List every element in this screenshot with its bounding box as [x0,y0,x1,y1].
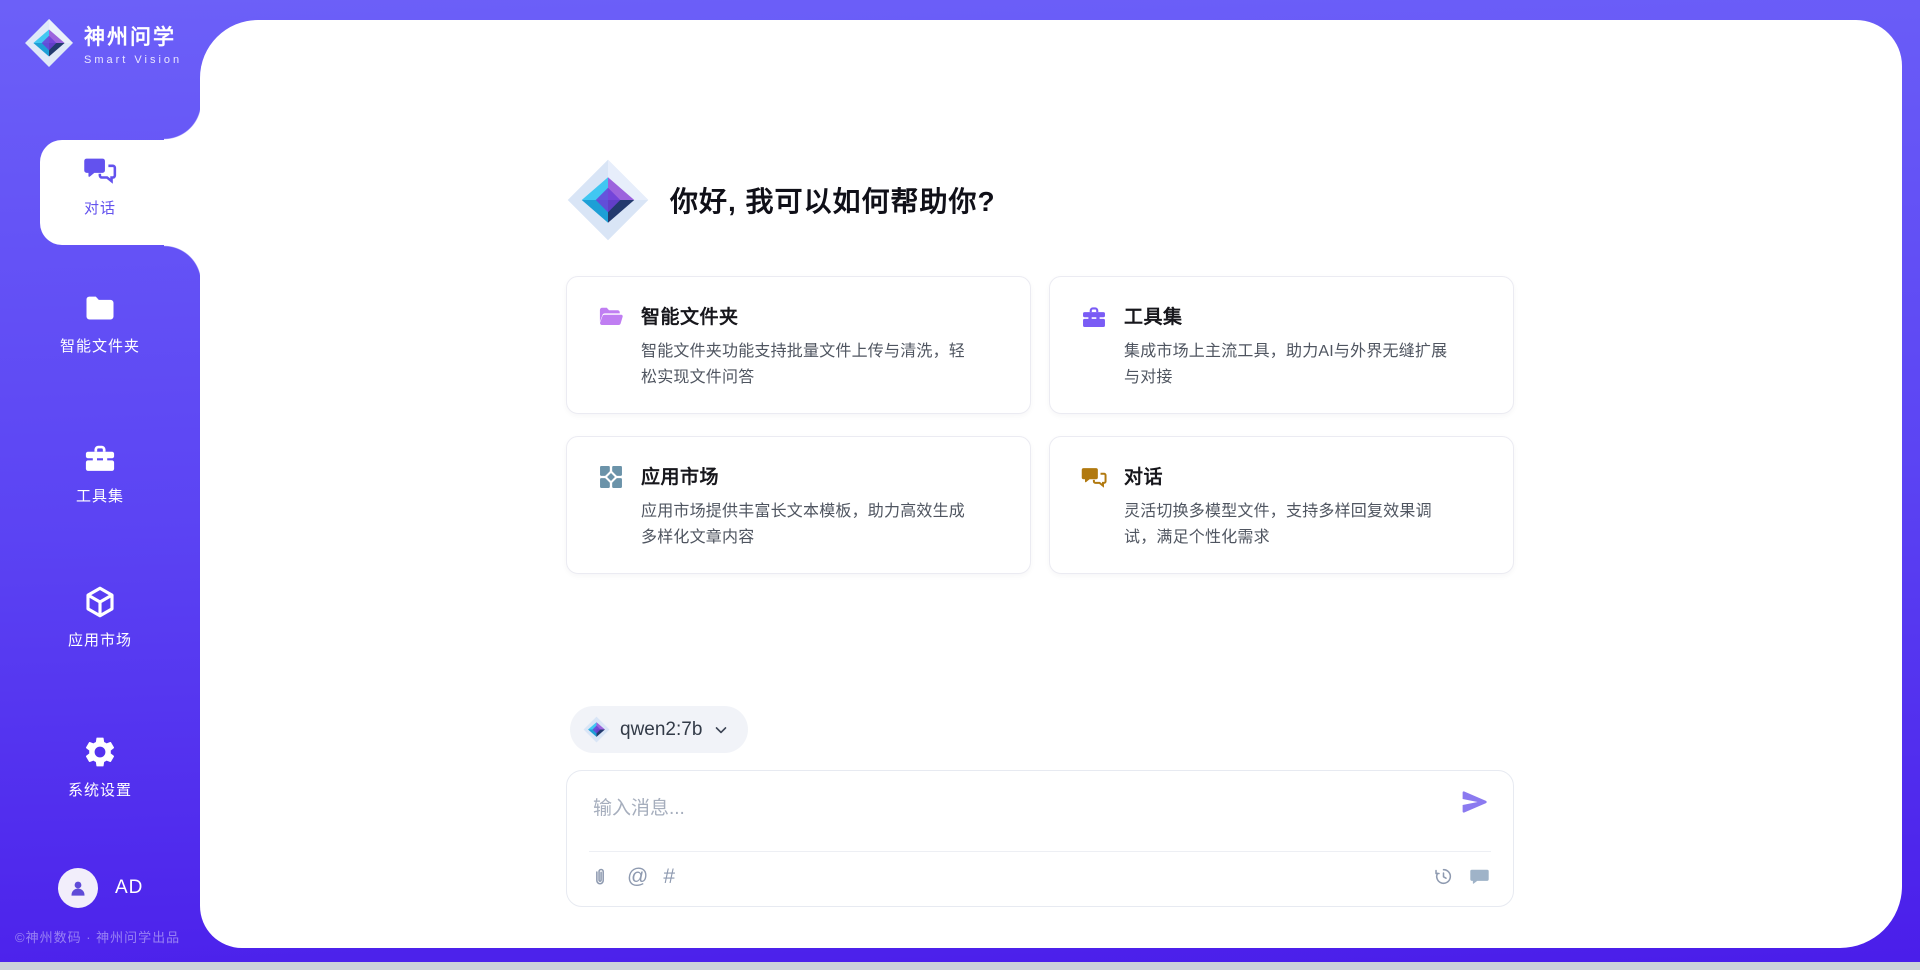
composer-right-toolbar [1432,865,1491,888]
chevron-down-icon [712,721,730,739]
message-input[interactable] [591,791,1415,843]
toolbox-icon [1080,302,1108,391]
bottom-scrollbar-strip[interactable] [0,962,1920,970]
copyright-text: ©神州数码 · 神州问学出品 [15,927,180,946]
message-composer: @ # [566,770,1514,907]
send-button[interactable] [1459,787,1491,819]
card-title: 应用市场 [641,462,971,489]
grid-icon [597,462,625,551]
paperclip-icon[interactable] [589,866,612,889]
avatar [58,868,98,908]
brand-logo: 神州问学 Smart Vision [24,18,182,68]
folder-open-icon [597,302,625,391]
folder-icon [82,290,118,326]
sidebar-item-chat[interactable]: 对话 [0,152,200,218]
user-initials: AD [115,877,143,899]
sidebar-item-toolset[interactable]: 工具集 [0,440,200,506]
composer-toolbar: @ # [589,865,675,889]
card-title: 工具集 [1124,302,1454,329]
composer-divider [589,851,1491,852]
person-icon [66,876,90,900]
model-selector[interactable]: qwen2:7b [570,706,748,753]
sidebar-item-smart-folder[interactable]: 智能文件夹 [0,290,200,356]
feature-cards: 智能文件夹 智能文件夹功能支持批量文件上传与清洗，轻松实现文件问答 工具集 [566,276,1514,574]
sidebar-item-settings[interactable]: 系统设置 [0,734,200,800]
brand-subtitle: Smart Vision [84,54,182,66]
chat-bubbles-icon [1080,462,1108,551]
brand-name: 神州问学 [84,21,182,51]
sidebar-item-label: 智能文件夹 [60,335,140,356]
card-description: 集成市场上主流工具，助力AI与外界无缝扩展与对接 [1124,339,1454,391]
chat-bubble-icon[interactable] [1468,865,1491,888]
model-name: qwen2:7b [620,719,702,741]
card-toolset[interactable]: 工具集 集成市场上主流工具，助力AI与外界无缝扩展与对接 [1049,276,1514,414]
chat-icon [82,152,118,188]
main-panel: 你好, 我可以如何帮助你? 智能文件夹 智能文件夹功能支持批量文件上传与清洗，轻… [200,20,1902,948]
sidebar: 神州问学 Smart Vision 对话 智能文件夹 [0,0,200,970]
card-chat[interactable]: 对话 灵活切换多模型文件，支持多样回复效果调试，满足个性化需求 [1049,436,1514,574]
send-icon [1460,787,1490,817]
at-sign-icon[interactable]: @ [627,865,648,889]
cube-icon [82,584,118,620]
card-smart-folder[interactable]: 智能文件夹 智能文件夹功能支持批量文件上传与清洗，轻松实现文件问答 [566,276,1031,414]
toolbox-icon [82,440,118,476]
history-icon[interactable] [1432,865,1455,888]
app-window: 你好, 我可以如何帮助你? 智能文件夹 智能文件夹功能支持批量文件上传与清洗，轻… [0,0,1920,970]
card-app-market[interactable]: 应用市场 应用市场提供丰富长文本模板，助力高效生成多样化文章内容 [566,436,1031,574]
sidebar-item-label: 系统设置 [68,779,132,800]
hash-icon[interactable]: # [663,865,675,889]
sidebar-item-app-market[interactable]: 应用市场 [0,584,200,650]
card-description: 智能文件夹功能支持批量文件上传与清洗，轻松实现文件问答 [641,339,971,391]
sidebar-item-label: 应用市场 [68,629,132,650]
card-description: 应用市场提供丰富长文本模板，助力高效生成多样化文章内容 [641,499,971,551]
gear-icon [82,734,118,770]
user-profile[interactable]: AD [58,868,143,908]
welcome-header: 你好, 我可以如何帮助你? [566,158,996,242]
model-logo-icon [583,716,610,743]
card-title: 智能文件夹 [641,302,971,329]
card-description: 灵活切换多模型文件，支持多样回复效果调试，满足个性化需求 [1124,499,1454,551]
card-title: 对话 [1124,462,1454,489]
sidebar-item-label: 对话 [84,197,116,218]
sidebar-item-label: 工具集 [76,485,124,506]
greeting-title: 你好, 我可以如何帮助你? [670,180,996,220]
brand-diamond-icon [24,18,74,68]
brand-diamond-logo [566,158,650,242]
